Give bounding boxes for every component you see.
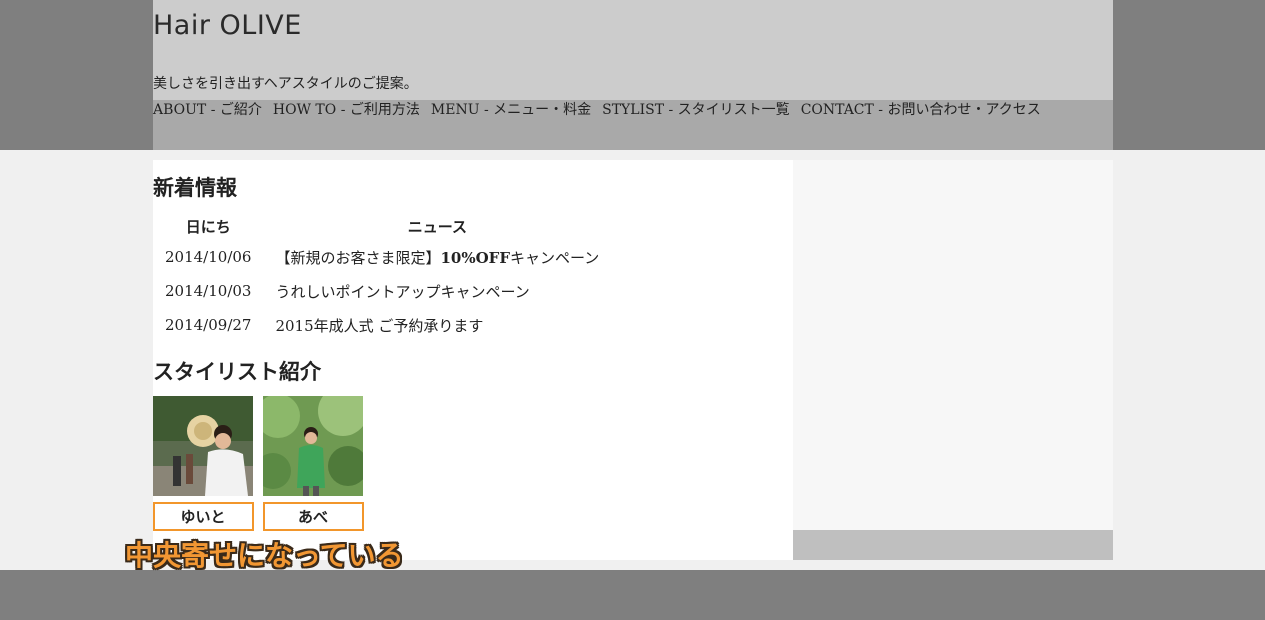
news-table: 日にち ニュース 2014/10/06 【新規のお客さま限定】10%OFFキャン… xyxy=(153,212,611,342)
news-text-prefix: 2015年成人式 ご予約承ります xyxy=(275,316,484,335)
news-text: うれしいポイントアップキャンペーン xyxy=(263,274,611,308)
stylist-photo[interactable] xyxy=(153,396,253,496)
global-nav: ABOUT - ご紹介 HOW TO - ご利用方法 MENU - メニュー・料… xyxy=(153,100,1113,150)
sidebar-footer-bar xyxy=(793,530,1113,560)
news-date: 2014/10/06 xyxy=(165,248,252,266)
news-text-prefix: 【新規のお客さま限定】 xyxy=(275,248,441,267)
nav-item-menu[interactable]: MENU - メニュー・料金 xyxy=(431,100,591,120)
news-text-bold: 10%OFF xyxy=(440,248,510,267)
nav-item-about[interactable]: ABOUT - ご紹介 xyxy=(153,100,262,120)
news-section-title: 新着情報 xyxy=(153,175,237,200)
news-row: 2014/10/03 うれしいポイントアップキャンペーン xyxy=(153,274,611,308)
stylist-section-title: スタイリスト紹介 xyxy=(153,359,321,384)
nav-item-stylist[interactable]: STYLIST - スタイリスト一覧 xyxy=(602,100,790,120)
news-row: 2014/09/27 2015年成人式 ご予約承ります xyxy=(153,308,611,342)
stylist-card: ゆいと xyxy=(152,396,254,531)
news-header-date: 日にち xyxy=(185,217,231,236)
news-text-suffix: キャンペーン xyxy=(509,248,600,267)
site-header: Hair OLIVE 美しさを引き出すヘアスタイルのご提案。 xyxy=(153,0,1113,100)
main-content: 新着情報 日にち ニュース 2014/10/06 【新規のお客さま限定】10%O… xyxy=(152,160,793,560)
stylist-name-button[interactable]: あべ xyxy=(262,502,364,531)
stylist-card: あべ xyxy=(262,396,364,531)
news-row: 2014/10/06 【新規のお客さま限定】10%OFFキャンペーン xyxy=(153,240,611,274)
news-text: 2015年成人式 ご予約承ります xyxy=(263,308,611,342)
news-text: 【新規のお客さま限定】10%OFFキャンペーン xyxy=(263,240,611,274)
site-tagline: 美しさを引き出すヘアスタイルのご提案。 xyxy=(153,76,418,92)
news-header-row: 日にち ニュース xyxy=(153,212,611,240)
stylist-photo[interactable] xyxy=(263,396,363,496)
bottom-band xyxy=(0,570,1265,620)
nav-item-howto[interactable]: HOW TO - ご利用方法 xyxy=(273,100,420,120)
news-date: 2014/09/27 xyxy=(165,316,252,334)
site-logo[interactable]: Hair OLIVE xyxy=(153,10,302,41)
annotation-caption: 中央寄せになっている xyxy=(125,539,404,572)
sidebar xyxy=(793,160,1113,530)
news-header-news: ニュース xyxy=(407,217,467,236)
nav-item-contact[interactable]: CONTACT - お問い合わせ・アクセス xyxy=(801,100,1041,120)
stylist-name-button[interactable]: ゆいと xyxy=(152,502,254,531)
stylist-list: ゆいと あべ xyxy=(152,396,364,531)
news-date: 2014/10/03 xyxy=(165,282,252,300)
news-text-prefix: うれしいポイントアップキャンペーン xyxy=(275,282,530,301)
